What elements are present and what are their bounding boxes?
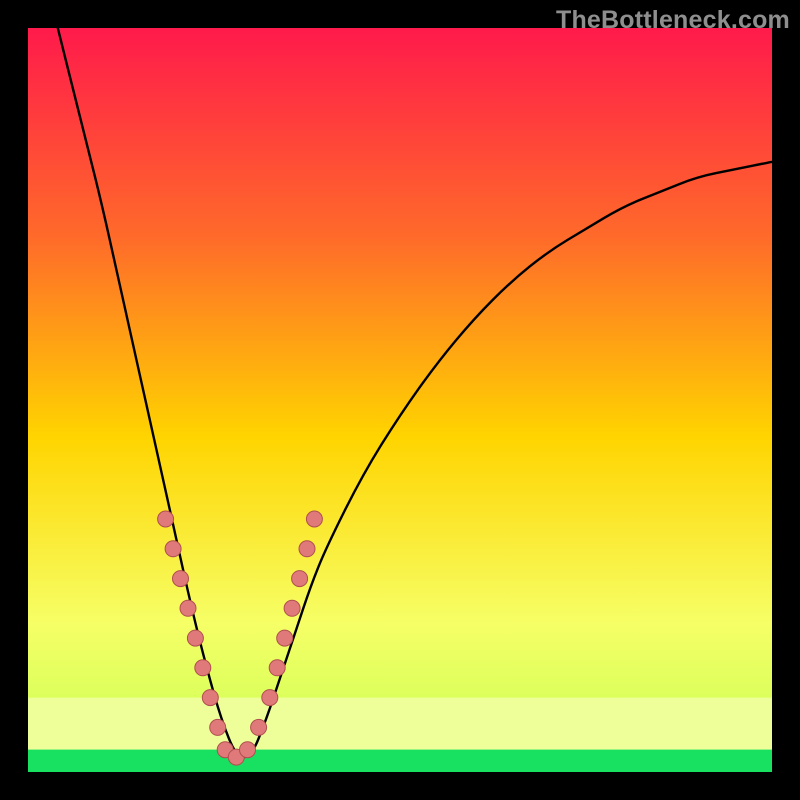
gradient-bg <box>28 28 772 772</box>
highlight-dot <box>210 719 226 735</box>
watermark-text: TheBottleneck.com <box>556 6 790 35</box>
green-band <box>28 750 772 772</box>
chart-frame <box>28 28 772 772</box>
highlight-dot <box>195 660 211 676</box>
highlight-dot <box>202 690 218 706</box>
highlight-dot <box>173 571 189 587</box>
highlight-dot <box>306 511 322 527</box>
highlight-dot <box>269 660 285 676</box>
highlight-dot <box>277 630 293 646</box>
highlight-dot <box>240 742 256 758</box>
highlight-dot <box>251 719 267 735</box>
highlight-dot <box>158 511 174 527</box>
highlight-dot <box>180 600 196 616</box>
pale-band <box>28 698 772 750</box>
highlight-dot <box>299 541 315 557</box>
highlight-dot <box>284 600 300 616</box>
highlight-dot <box>187 630 203 646</box>
highlight-dot <box>262 690 278 706</box>
highlight-dot <box>292 571 308 587</box>
highlight-dot <box>165 541 181 557</box>
bottleneck-chart <box>28 28 772 772</box>
